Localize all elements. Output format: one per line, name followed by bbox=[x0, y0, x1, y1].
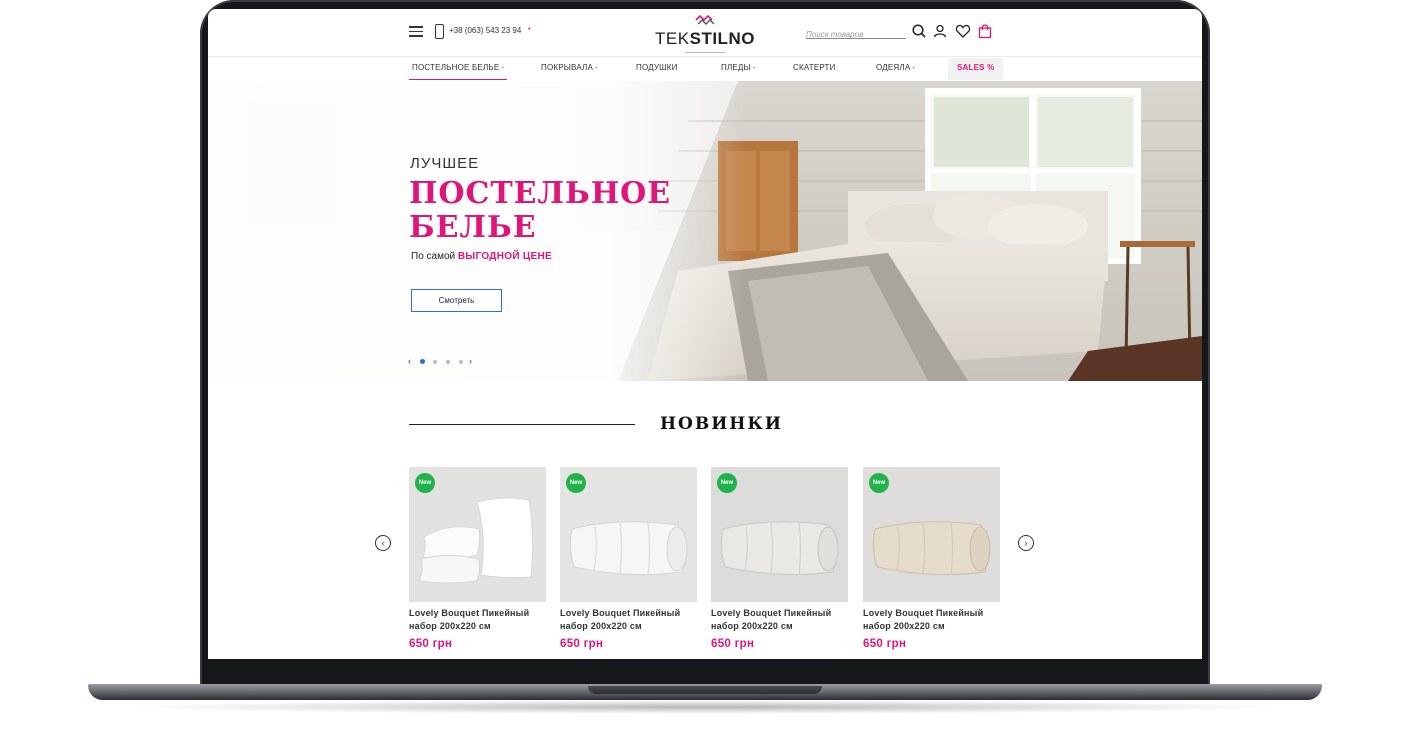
new-badge: New bbox=[566, 473, 586, 493]
hero-pretitle: ЛУЧШЕЕ bbox=[410, 155, 480, 172]
carousel-prev-button[interactable]: ‹ bbox=[375, 535, 391, 551]
product-card[interactable]: New Lovely Bouquet Пикейный набор 200x22… bbox=[711, 467, 848, 659]
product-image[interactable]: New bbox=[711, 467, 848, 602]
nav-item-sales[interactable]: SALES % bbox=[948, 58, 1004, 80]
product-card[interactable]: New Lovely Bouquet Пикейный набор 200x22… bbox=[560, 467, 697, 659]
laptop-notch bbox=[588, 686, 822, 694]
product-name[interactable]: Lovely Bouquet Пикейный набор 200x220 см bbox=[560, 607, 697, 632]
section-title: НОВИНКИ bbox=[660, 414, 783, 434]
user-icon[interactable] bbox=[932, 23, 948, 39]
new-badge: New bbox=[415, 473, 435, 493]
nav-item-bedding[interactable]: ПОСТЕЛЬНОЕ БЕЛЬЕ • bbox=[409, 58, 508, 80]
menu-icon[interactable] bbox=[409, 26, 423, 37]
site-header: +38 (063) 543 23 94 • TEKSTILNO bbox=[208, 9, 1202, 57]
carousel-next-button[interactable]: › bbox=[1018, 535, 1034, 551]
product-price: 650 грн bbox=[863, 638, 907, 650]
slider-prev-icon[interactable]: ‹ bbox=[408, 356, 411, 366]
logo-mark-icon bbox=[695, 15, 715, 25]
shopping-bag-icon[interactable] bbox=[977, 23, 993, 39]
product-price: 650 грн bbox=[560, 638, 604, 650]
phone-icon bbox=[435, 24, 444, 39]
product-name[interactable]: Lovely Bouquet Пикейный набор 200x220 см bbox=[711, 607, 848, 632]
search-input[interactable] bbox=[806, 27, 906, 42]
new-badge: New bbox=[869, 473, 889, 493]
search-icon[interactable] bbox=[911, 23, 927, 39]
phone-dropdown-icon[interactable]: • bbox=[528, 26, 530, 33]
main-nav: ПОСТЕЛЬНОЕ БЕЛЬЕ • ПОКРЫВАЛА • ПОДУШКИ ПЛЕ… bbox=[208, 58, 1202, 80]
product-image[interactable]: New bbox=[409, 467, 546, 602]
site-logo[interactable]: TEKSTILNO bbox=[652, 12, 758, 56]
nav-item-plaids[interactable]: ПЛЕДЫ • bbox=[721, 58, 756, 80]
section-divider bbox=[409, 424, 635, 425]
browser-screen: +38 (063) 543 23 94 • TEKSTILNO Поиск то… bbox=[208, 9, 1202, 659]
product-price: 650 грн bbox=[409, 638, 453, 650]
hero-view-button[interactable]: Смотреть bbox=[411, 289, 502, 312]
product-card[interactable]: New Lovely Bouquet Пикейный набор 200x22… bbox=[863, 467, 1000, 659]
phone-number[interactable]: +38 (063) 543 23 94 bbox=[449, 26, 521, 35]
nav-item-bedspreads[interactable]: ПОКРЫВАЛА • bbox=[541, 58, 598, 80]
slider-dot-4[interactable] bbox=[459, 360, 463, 364]
nav-item-pillows[interactable]: ПОДУШКИ bbox=[636, 58, 678, 80]
product-name[interactable]: Lovely Bouquet Пикейный набор 200x220 см bbox=[863, 607, 1000, 632]
nav-item-tablecloths[interactable]: СКАТЕРТИ bbox=[793, 58, 836, 80]
hero-fade-overlay bbox=[208, 81, 1202, 381]
product-price: 650 грн bbox=[711, 638, 755, 650]
product-image[interactable]: New bbox=[560, 467, 697, 602]
product-image[interactable]: New bbox=[863, 467, 1000, 602]
hero-banner: ЛУЧШЕЕ ПОСТЕЛЬНОЕ БЕЛЬЕ По самой ВЫГОДНО… bbox=[208, 81, 1202, 381]
search-box bbox=[806, 24, 906, 42]
logo-wordmark: TEKSTILNO bbox=[655, 29, 755, 48]
nav-item-blankets[interactable]: ОДЕЯЛА • bbox=[876, 58, 915, 80]
heart-icon[interactable] bbox=[955, 23, 971, 39]
product-card[interactable]: New Lovely Bouquet Пикейный набор 200x22… bbox=[409, 467, 546, 659]
slider-next-icon[interactable]: › bbox=[469, 356, 472, 366]
product-name[interactable]: Lovely Bouquet Пикейный набор 200x220 см bbox=[409, 607, 546, 632]
laptop-shadow bbox=[120, 700, 1290, 714]
logo-underline bbox=[685, 52, 725, 53]
slider-dot-1[interactable] bbox=[420, 359, 425, 364]
hero-title: ПОСТЕЛЬНОЕ БЕЛЬЕ bbox=[409, 176, 672, 245]
slider-dot-3[interactable] bbox=[446, 360, 450, 364]
new-badge: New bbox=[717, 473, 737, 493]
slider-dot-2[interactable] bbox=[433, 360, 437, 364]
hero-subtitle: По самой ВЫГОДНОЙ ЦЕНЕ bbox=[411, 251, 552, 262]
